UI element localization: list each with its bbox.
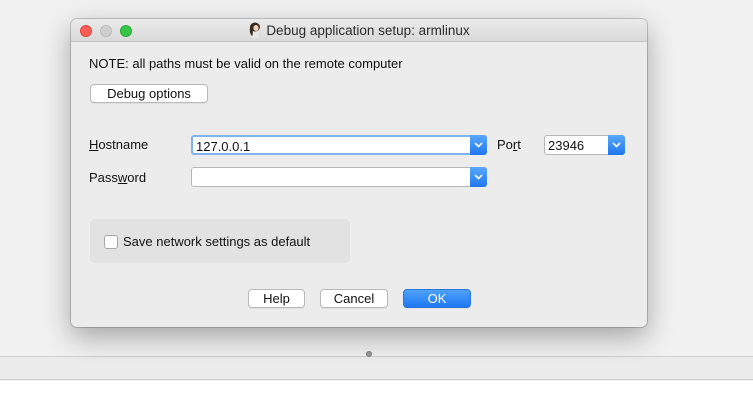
chevron-down-icon xyxy=(474,142,483,148)
save-settings-group: Save network settings as default xyxy=(90,219,350,263)
help-button[interactable]: Help xyxy=(248,289,305,308)
ida-icon xyxy=(250,22,261,38)
save-default-label[interactable]: Save network settings as default xyxy=(123,234,310,249)
password-label: Password xyxy=(89,170,146,185)
bottom-panel xyxy=(0,381,753,394)
chevron-down-icon xyxy=(474,174,483,180)
port-label-pre: Po xyxy=(497,137,513,152)
divider xyxy=(0,379,753,380)
paths-note: NOTE: all paths must be valid on the rem… xyxy=(89,56,403,71)
port-dropdown-button[interactable] xyxy=(608,135,625,155)
status-strip xyxy=(0,357,753,379)
debug-setup-dialog: Debug application setup: armlinux NOTE: … xyxy=(71,19,647,327)
hostname-dropdown-button[interactable] xyxy=(470,135,487,155)
password-label-pre: Pass xyxy=(89,170,118,185)
chevron-down-icon xyxy=(612,142,621,148)
hostname-label-rest: ostname xyxy=(98,137,149,152)
password-label-post: ord xyxy=(127,170,147,185)
save-default-checkbox[interactable] xyxy=(104,235,118,249)
port-label-post: t xyxy=(517,137,521,152)
cancel-button[interactable]: Cancel xyxy=(320,289,388,308)
hostname-label: Hostname xyxy=(89,137,148,152)
splitter-handle[interactable] xyxy=(366,351,372,357)
window-title-text: Debug application setup: armlinux xyxy=(266,23,470,38)
debug-options-button[interactable]: Debug options xyxy=(90,84,208,103)
window-title: Debug application setup: armlinux xyxy=(71,22,647,38)
hostname-value[interactable]: 127.0.0.1 xyxy=(196,139,250,154)
ok-button[interactable]: OK xyxy=(403,289,471,308)
hostname-combobox[interactable]: 127.0.0.1 xyxy=(191,135,487,155)
title-bar[interactable]: Debug application setup: armlinux xyxy=(71,19,647,42)
hostname-accelerator: H xyxy=(89,137,99,152)
port-combobox[interactable]: 23946 xyxy=(544,135,625,155)
port-label: Port xyxy=(497,137,521,152)
password-dropdown-button[interactable] xyxy=(470,167,487,187)
password-accelerator: w xyxy=(117,170,128,185)
port-value[interactable]: 23946 xyxy=(548,138,584,153)
password-combobox[interactable] xyxy=(191,167,487,187)
